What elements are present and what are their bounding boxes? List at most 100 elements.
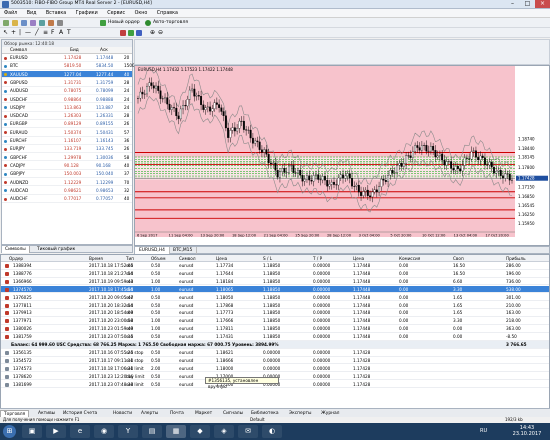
close-button[interactable]: × (535, 0, 550, 8)
chart-tab-btc[interactable]: BTC,M15 (169, 247, 198, 254)
tab-assets[interactable]: Активы (35, 410, 58, 417)
navigator-icon[interactable] (39, 20, 45, 26)
menu-window[interactable]: Окно (131, 9, 152, 18)
terminal-icon[interactable] (48, 20, 54, 26)
fibo-icon[interactable]: F (51, 29, 54, 37)
terminal-col-header[interactable]: Время (89, 255, 103, 262)
open-order-row[interactable]: 1366966 2017.10.19 09:59:43 sell 1.00 eurusd… (1, 278, 549, 286)
autotrading-button[interactable]: Авто-торговля (153, 19, 188, 27)
taskbar-mt4-icon[interactable]: ▦ (166, 425, 186, 438)
market-watch-row[interactable]: CADJPY 90.128 90.168 40 (2, 162, 132, 170)
taskbar-app3-icon[interactable]: ✉ (238, 425, 258, 438)
terminal-col-header[interactable]: S / L (263, 255, 272, 262)
bar-chart-icon[interactable] (120, 30, 126, 36)
tab-library[interactable]: Библиотека (248, 410, 282, 417)
menu-view[interactable]: Вид (23, 9, 41, 18)
pending-order-row[interactable]: 1354572 2017.10.17 09:11:11 sell stop 0.50 e… (1, 357, 549, 365)
taskbar-yandex-icon[interactable]: Y (118, 425, 138, 438)
col-symbol[interactable]: Символ (10, 47, 27, 54)
tester-icon[interactable] (57, 20, 63, 26)
tab-tick-chart[interactable]: Тиковый график (34, 246, 78, 253)
col-ask[interactable]: Аск (100, 47, 108, 54)
chart-tab-eurusd[interactable]: EURUSD,H4 (135, 247, 170, 254)
menu-help[interactable]: Справка (153, 9, 182, 18)
new-chart-icon[interactable] (3, 20, 9, 26)
tab-news[interactable]: Новости (110, 410, 135, 417)
start-button[interactable]: ⊞ (3, 425, 16, 438)
zoom-in-icon[interactable]: ⊕ (150, 29, 155, 37)
open-order-row[interactable]: 1374570 2017.10.18 17:45:54 sell 1.00 eurusd… (1, 285, 549, 294)
menu-tools[interactable]: Сервис (103, 9, 129, 18)
menu-file[interactable]: Файл (0, 9, 21, 18)
tab-mailbox[interactable]: Почта (167, 410, 187, 417)
market-watch-row[interactable]: EURAUD 1.50374 1.50431 57 (2, 129, 132, 137)
tab-journal[interactable]: Журнал (318, 410, 342, 417)
open-order-row[interactable]: 1377811 2017.10.20 18:32:54 sell 0.50 eurusd… (1, 302, 549, 310)
market-watch-icon[interactable] (21, 20, 27, 26)
data-window-icon[interactable] (30, 20, 36, 26)
market-watch-row[interactable]: AUDCAD 0.98621 0.98653 32 (2, 187, 132, 195)
taskbar-app4-icon[interactable]: ◐ (262, 425, 282, 438)
tab-experts[interactable]: Эксперты (286, 410, 315, 417)
col-bid[interactable]: Бид (70, 47, 79, 54)
open-order-row[interactable]: 1380026 2017.10.23 01:59:49 sell 1.00 eurusd… (1, 325, 549, 333)
profiles-icon[interactable] (12, 20, 18, 26)
chart-window[interactable]: 1.187401.184401.181451.178001.174501.171… (134, 65, 550, 246)
terminal-col-header[interactable]: Цена (353, 255, 364, 262)
market-watch-row[interactable]: GBPUSD 1.31731 1.31759 28 (2, 79, 132, 87)
market-watch-row[interactable]: XAUUSD 1277.04 1277.44 40 (2, 70, 132, 79)
autotrading-icon[interactable] (145, 20, 151, 26)
label-icon[interactable]: T (67, 29, 71, 37)
horizontal-line-icon[interactable]: — (25, 29, 31, 37)
open-order-row[interactable]: 1377971 2017.10.20 23:00:58 sell 1.00 eurusd… (1, 317, 549, 325)
taskbar-app-icon[interactable]: ◆ (190, 425, 210, 438)
pending-order-row[interactable]: 1374573 2017.10.18 17:06:31 sell limit 2.00… (1, 365, 549, 373)
tab-symbols[interactable]: Символы (2, 246, 30, 253)
terminal-col-header[interactable]: Объем (151, 255, 166, 262)
clock[interactable]: 14:43 23.10.2017 (510, 425, 544, 437)
terminal-col-header[interactable]: Символ (179, 255, 196, 262)
terminal-col-header[interactable]: Своп (453, 255, 464, 262)
minimize-button[interactable]: – (505, 0, 520, 8)
open-order-row[interactable]: 1381759 2017.10.23 07:50:15 sell 0.50 eurusd… (1, 333, 549, 341)
market-watch-row[interactable]: AUDNZD 1.12229 1.12299 70 (2, 179, 132, 187)
market-watch-row[interactable]: EURCHF 1.16107 1.16143 36 (2, 137, 132, 145)
tab-market[interactable]: Маркет (192, 410, 215, 417)
open-order-row[interactable]: 1376025 2017.10.20 09:05:47 sell 0.50 eurusd… (1, 294, 549, 302)
pending-order-row[interactable]: 1356135 2017.10.16 07:55:25 sell stop 0.50 e… (1, 349, 549, 357)
market-watch-row[interactable]: AUDUSD 0.78075 0.78099 24 (2, 87, 132, 96)
candle-chart-icon[interactable] (128, 30, 134, 36)
open-order-row[interactable]: 1388394 2017.10.18 17:52:05 sell 0.50 eurusd… (1, 262, 549, 270)
market-watch-row[interactable]: AUDCHF 0.77017 0.77057 40 (2, 195, 132, 203)
taskbar-ie-icon[interactable]: e (70, 425, 90, 438)
zoom-out-icon[interactable]: ⊖ (158, 29, 163, 37)
new-order-icon[interactable] (100, 20, 106, 26)
taskbar-media-icon[interactable]: ▶ (46, 425, 66, 438)
terminal-col-header[interactable]: T / P (313, 255, 322, 262)
market-watch-row[interactable]: BTC 5819.50 5834.50 1500 (2, 62, 135, 71)
maximize-button[interactable]: □ (520, 0, 535, 8)
taskbar-chrome-icon[interactable]: ◉ (94, 425, 114, 438)
market-watch-row[interactable]: GBPCHF 1.29978 1.30036 58 (2, 154, 132, 162)
taskbar-app2-icon[interactable]: ◈ (214, 425, 234, 438)
crosshair-icon[interactable]: + (11, 29, 16, 37)
market-watch-row[interactable]: EURJPY 133.719 133.745 26 (2, 145, 132, 154)
language-indicator[interactable]: RU (480, 428, 487, 434)
menu-insert[interactable]: Вставка (42, 9, 70, 18)
tab-account-history[interactable]: История Счета (60, 410, 100, 417)
line-chart-icon[interactable] (136, 30, 142, 36)
new-order-button[interactable]: Новый ордер (108, 19, 140, 27)
market-watch-row[interactable]: USDCHF 0.98864 0.98888 24 (2, 96, 132, 104)
price-chart[interactable]: 1.187401.184401.181451.178001.174501.171… (135, 66, 549, 246)
terminal-col-header[interactable]: Прибыль (506, 255, 526, 262)
taskbar-explorer-icon[interactable]: ▣ (22, 425, 42, 438)
trendline-icon[interactable]: ╱ (35, 29, 39, 37)
taskbar-folder-icon[interactable]: ▤ (142, 425, 162, 438)
text-icon[interactable]: A (59, 29, 63, 37)
market-watch-row[interactable]: USDJPY 113.863 113.887 24 (2, 104, 132, 112)
menu-charts[interactable]: Графики (72, 9, 102, 18)
terminal-col-header[interactable]: Комиссия (399, 255, 420, 262)
terminal-col-header[interactable]: Цена (216, 255, 227, 262)
open-order-row[interactable]: 1388776 2017.10.18 21:27:54 sell 0.50 eurusd… (1, 270, 549, 278)
terminal-col-header[interactable]: Тип (126, 255, 134, 262)
